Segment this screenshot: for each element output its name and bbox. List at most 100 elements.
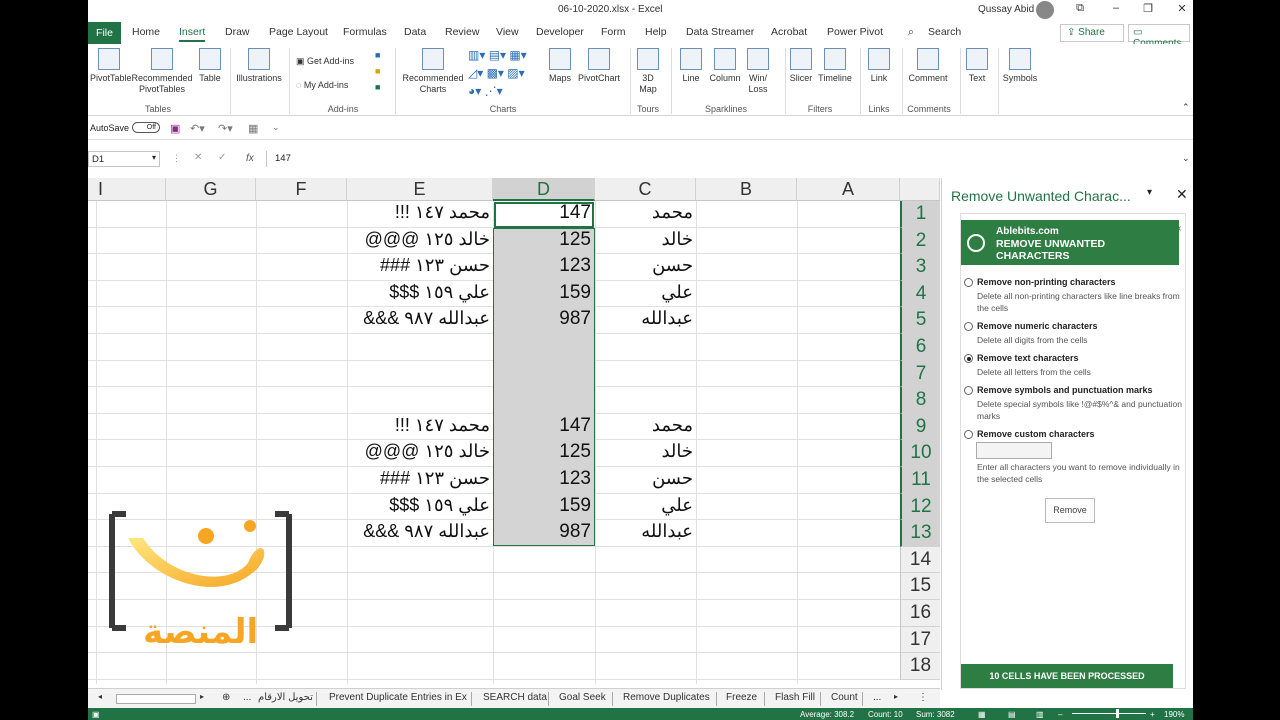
column-header-g[interactable]: G bbox=[166, 178, 256, 201]
sheet-tab-count[interactable]: Count bbox=[831, 692, 858, 703]
row-header-4[interactable]: 4 bbox=[900, 280, 940, 308]
save-icon[interactable]: ▣ bbox=[170, 122, 180, 135]
cell-c1[interactable]: محمد bbox=[597, 202, 693, 223]
tab-data[interactable]: Data bbox=[404, 26, 426, 38]
cell-e12[interactable]: علي ١٥٩ $$$ bbox=[347, 495, 490, 516]
illustrations-button[interactable]: Illustrations bbox=[234, 48, 284, 84]
cell-c2[interactable]: خالد bbox=[597, 229, 693, 250]
sheet-tab-search-data[interactable]: SEARCH data bbox=[483, 692, 547, 703]
cell-d12[interactable]: 159 bbox=[495, 495, 591, 517]
cell-e5[interactable]: عبدالله ٩٨٧ &&& bbox=[347, 308, 490, 329]
row-header-7[interactable]: 7 bbox=[900, 360, 940, 388]
cell-e2[interactable]: خالد ١٢٥ @@@ bbox=[347, 229, 490, 250]
close-button[interactable]: ✕ bbox=[1172, 2, 1192, 15]
autosave-toggle[interactable]: Off bbox=[132, 122, 160, 133]
ribbon-display-options-icon[interactable]: ⧉ bbox=[1070, 2, 1090, 15]
radio-symbols[interactable] bbox=[964, 386, 973, 395]
sheet-tab-freeze[interactable]: Freeze bbox=[726, 692, 757, 703]
tab-acrobat[interactable]: Acrobat bbox=[771, 26, 807, 38]
cell-c12[interactable]: علي bbox=[597, 495, 693, 516]
sheet-tab-remove-duplicates[interactable]: Remove Duplicates bbox=[623, 692, 710, 703]
pie-chart-icon[interactable]: ◕▾ ⋰▾ bbox=[468, 84, 503, 98]
cell-e4[interactable]: علي ١٥٩ $$$ bbox=[347, 282, 490, 303]
column-header-c[interactable]: C bbox=[595, 178, 696, 201]
sheet-tab-convert-numbers[interactable]: تحويل الارقام bbox=[258, 692, 313, 703]
my-addins-button[interactable]: ◌ My Add-ins bbox=[296, 80, 348, 90]
page-layout-view-icon[interactable]: ▤ bbox=[1008, 710, 1016, 719]
row-header-15[interactable]: 15 bbox=[900, 573, 940, 600]
row-header-8[interactable]: 8 bbox=[900, 387, 940, 414]
3d-map-button[interactable]: 3D Map bbox=[634, 48, 662, 95]
more-options-icon[interactable]: ⋮ bbox=[918, 692, 928, 703]
collapse-ribbon-icon[interactable]: ⌃ bbox=[1182, 102, 1190, 113]
sheet-tab-flash-fill[interactable]: Flash Fill bbox=[775, 692, 815, 703]
insert-function-icon[interactable]: fx bbox=[246, 153, 254, 164]
zoom-level[interactable]: 190% bbox=[1164, 710, 1184, 719]
row-header-6[interactable]: 6 bbox=[900, 334, 940, 361]
tab-form[interactable]: Form bbox=[601, 26, 626, 38]
pivottable-button[interactable]: PivotTable bbox=[90, 48, 132, 84]
sparkline-winloss-button[interactable]: Win/ Loss bbox=[744, 48, 772, 95]
people-graph-icon[interactable]: ■ bbox=[375, 82, 380, 92]
cell-d2[interactable]: 125 bbox=[495, 229, 591, 251]
cell-c10[interactable]: خالد bbox=[597, 441, 693, 462]
share-button[interactable]: ⇪ Share bbox=[1060, 24, 1124, 42]
zoom-slider-thumb[interactable] bbox=[1116, 709, 1119, 718]
column-header-e[interactable]: E bbox=[347, 178, 493, 201]
formula-input[interactable]: 147 bbox=[266, 151, 1191, 167]
cell-d10[interactable]: 125 bbox=[495, 441, 591, 463]
tab-draw[interactable]: Draw bbox=[225, 26, 250, 38]
sparkline-column-button[interactable]: Column bbox=[708, 48, 742, 84]
pane-options-icon[interactable]: ▾ bbox=[1147, 187, 1152, 198]
tab-view[interactable]: View bbox=[496, 26, 519, 38]
row-header-1[interactable]: 1 bbox=[900, 201, 940, 228]
comment-button[interactable]: Comment bbox=[906, 48, 950, 84]
select-all-corner[interactable] bbox=[900, 178, 940, 201]
avatar[interactable] bbox=[1036, 1, 1054, 19]
undo-icon[interactable]: ↶▾ bbox=[190, 122, 205, 135]
column-header-d[interactable]: D bbox=[493, 178, 595, 201]
redo-icon[interactable]: ↷▾ bbox=[218, 122, 233, 135]
scroll-left-icon[interactable]: ◂ bbox=[98, 692, 102, 701]
radio-text[interactable] bbox=[964, 354, 973, 363]
tab-formulas[interactable]: Formulas bbox=[343, 26, 387, 38]
page-break-view-icon[interactable]: ▥ bbox=[1036, 710, 1044, 719]
search-icon[interactable]: ⌕ bbox=[908, 26, 914, 39]
timeline-button[interactable]: Timeline bbox=[817, 48, 853, 84]
row-header-14[interactable]: 14 bbox=[900, 546, 940, 574]
enter-icon[interactable]: ✓ bbox=[218, 152, 226, 163]
cell-d9[interactable]: 147 bbox=[495, 415, 591, 437]
add-sheet-icon[interactable]: ⊕ bbox=[222, 692, 230, 703]
bing-icon[interactable]: ■ bbox=[375, 66, 380, 76]
sheet-ellipsis-left[interactable]: ... bbox=[243, 692, 251, 703]
cell-d11[interactable]: 123 bbox=[495, 468, 591, 490]
row-header-16[interactable]: 16 bbox=[900, 600, 940, 627]
normal-view-icon[interactable]: ▦ bbox=[978, 710, 986, 719]
sheet-ellipsis-right[interactable]: ... bbox=[873, 692, 881, 703]
slicer-button[interactable]: Slicer bbox=[788, 48, 814, 84]
cell-e10[interactable]: خالد ١٢٥ @@@ bbox=[347, 441, 490, 462]
tab-developer[interactable]: Developer bbox=[536, 26, 584, 38]
remove-button[interactable]: Remove bbox=[1045, 498, 1095, 523]
row-header-18[interactable]: 18 bbox=[900, 653, 940, 680]
column-header-i[interactable]: I bbox=[88, 178, 166, 201]
radio-custom[interactable] bbox=[964, 430, 973, 439]
collapse-pane-icon[interactable]: ‹ bbox=[1178, 223, 1190, 239]
cell-d1[interactable]: 147 bbox=[495, 202, 591, 224]
cell-c11[interactable]: حسن bbox=[597, 468, 693, 489]
text-button[interactable]: Text bbox=[964, 48, 990, 84]
row-header-17[interactable]: 17 bbox=[900, 626, 940, 654]
row-header-5[interactable]: 5 bbox=[900, 307, 940, 334]
pivotchart-button[interactable]: PivotChart bbox=[577, 48, 621, 84]
symbols-button[interactable]: Symbols bbox=[1002, 48, 1038, 84]
pane-close-icon[interactable]: ✕ bbox=[1176, 186, 1188, 203]
comments-button[interactable]: ▭ Comments bbox=[1128, 24, 1190, 49]
cell-c13[interactable]: عبدالله bbox=[597, 521, 693, 542]
row-header-11[interactable]: 11 bbox=[900, 467, 940, 494]
name-box[interactable]: D1 ▾ bbox=[88, 151, 160, 167]
minimize-button[interactable]: – bbox=[1106, 2, 1126, 14]
sparkline-line-button[interactable]: Line bbox=[676, 48, 706, 84]
cancel-icon[interactable]: ✕ bbox=[194, 152, 202, 163]
worksheet-grid[interactable]: I G F E D C B A محمد ١٤٧ !!! 147 محمد خالد … bbox=[88, 178, 940, 684]
tab-data-streamer[interactable]: Data Streamer bbox=[686, 26, 754, 38]
